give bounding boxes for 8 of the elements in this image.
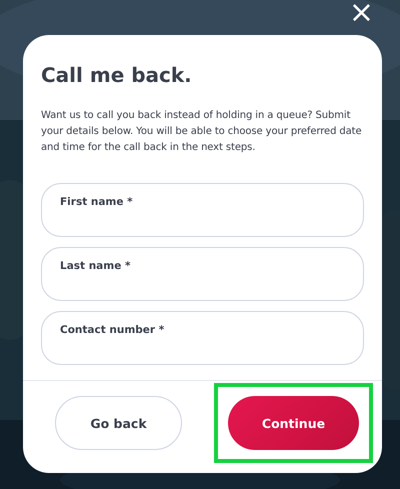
input-field[interactable]: Last name * bbox=[41, 247, 364, 301]
description-text: Want us to call you back instead of holding in a queue? Submit your details below. You will be able to choose your preferred date and time for the call back in the next steps. bbox=[41, 109, 363, 155]
input-field[interactable]: Contact number * bbox=[41, 311, 364, 365]
close-button[interactable]: × bbox=[348, 0, 374, 26]
back-button[interactable]: Go back bbox=[55, 396, 182, 450]
continue-button[interactable]: Continue bbox=[228, 396, 359, 450]
input-field[interactable]: First name * bbox=[41, 183, 364, 237]
dialog-title: Call me back. bbox=[41, 62, 193, 88]
